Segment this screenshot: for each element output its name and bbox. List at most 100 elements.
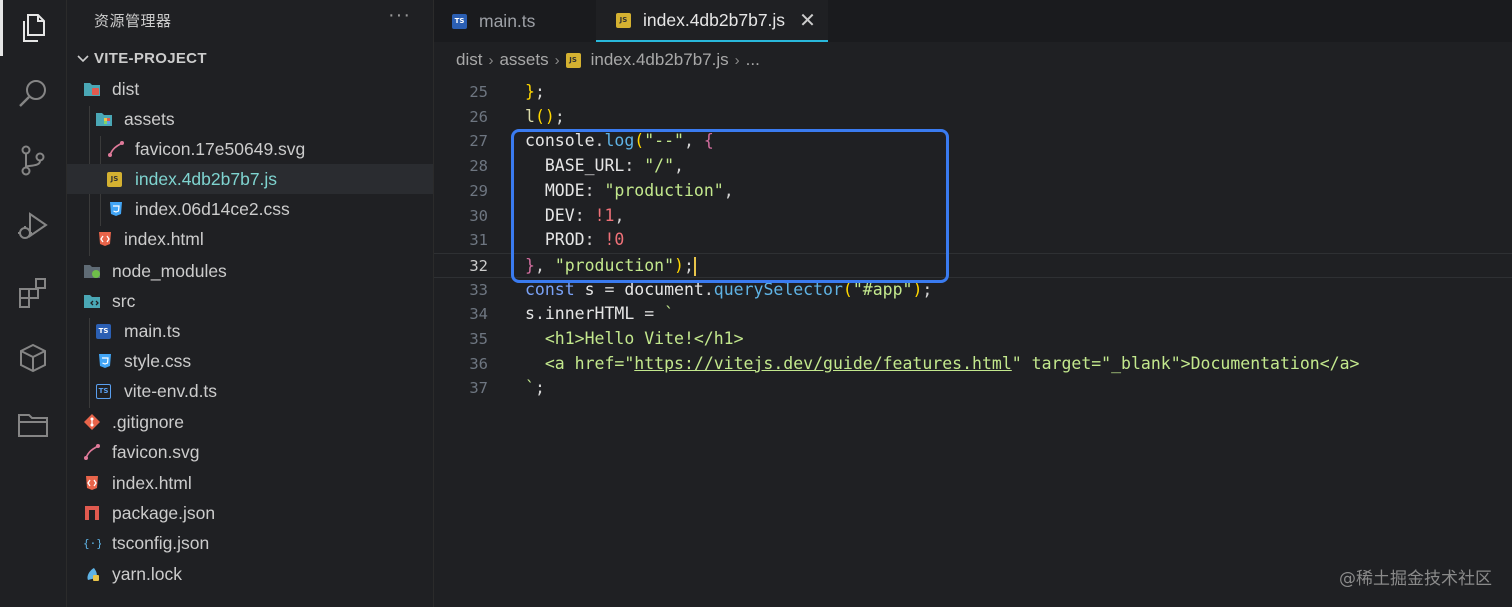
folder-dist-icon bbox=[84, 83, 100, 96]
tree-item-label: main.ts bbox=[124, 321, 181, 341]
tree-item-assets[interactable]: assets bbox=[67, 104, 433, 134]
tree-item-label: index.06d14ce2.css bbox=[135, 199, 290, 219]
tree-item-src[interactable]: src bbox=[67, 286, 433, 316]
code-text: l(); bbox=[525, 106, 565, 126]
folder-node-icon bbox=[84, 265, 100, 278]
tree-item-file[interactable]: yarn.lock bbox=[67, 559, 433, 589]
folders-activity-button[interactable] bbox=[0, 396, 66, 452]
tree-item-file[interactable]: TS vite-env.d.ts bbox=[67, 376, 433, 406]
line-number: 32 bbox=[469, 256, 488, 275]
tab-main-ts[interactable]: TS main.ts bbox=[434, 0, 596, 42]
tree-item-file[interactable]: favicon.17e50649.svg bbox=[67, 134, 433, 164]
line-number: 27 bbox=[469, 132, 488, 151]
line-number: 25 bbox=[469, 83, 488, 101]
npm-file-icon bbox=[85, 506, 99, 520]
css-file-icon bbox=[110, 202, 122, 216]
tree-item-label: style.css bbox=[124, 351, 192, 371]
code-line: 35 <h1>Hello Vite!</h1> bbox=[434, 327, 1512, 352]
code-line: 36 <a href="https://vitejs.dev/guide/fea… bbox=[434, 352, 1512, 377]
code-line: 28 BASE_URL: "/", bbox=[434, 154, 1512, 179]
folder-src-icon bbox=[84, 295, 100, 308]
code-line-current: 32 }, "production"); bbox=[434, 252, 1512, 278]
code-line: 33 const s = document.querySelector("#ap… bbox=[434, 278, 1512, 303]
tree-item-label: node_modules bbox=[112, 261, 227, 281]
code-text: }, "production"); bbox=[525, 255, 696, 276]
line-number: 28 bbox=[469, 157, 488, 176]
breadcrumb-item[interactable]: dist bbox=[456, 50, 482, 70]
breadcrumb-item[interactable]: assets bbox=[499, 50, 548, 70]
chevron-right-icon: › bbox=[554, 51, 560, 69]
tree-item-file[interactable]: JS index.4db2b7b7.js bbox=[67, 164, 433, 194]
breadcrumb-item[interactable]: ... bbox=[746, 50, 760, 70]
line-number: 26 bbox=[469, 107, 488, 126]
tree-item-label: favicon.17e50649.svg bbox=[135, 139, 306, 159]
tree-item-file[interactable]: index.06d14ce2.css bbox=[67, 194, 433, 224]
text-cursor bbox=[693, 256, 696, 276]
folders-icon bbox=[18, 414, 48, 437]
ts-file-icon: TS bbox=[96, 384, 111, 399]
tree-item-label: src bbox=[112, 291, 136, 311]
extensions-icon bbox=[19, 278, 46, 308]
ts-file-icon: TS bbox=[452, 13, 467, 29]
code-line: 29 MODE: "production", bbox=[434, 179, 1512, 204]
css-file-icon bbox=[99, 354, 111, 368]
tree-item-node-modules[interactable]: node_modules bbox=[67, 256, 433, 286]
tab-index-js[interactable]: JS index.4db2b7b7.js ✕ bbox=[596, 0, 828, 42]
explorer-title: 资源管理器 bbox=[94, 13, 172, 30]
tree-item-file[interactable]: package.json bbox=[67, 498, 433, 528]
chevron-right-icon: › bbox=[734, 51, 740, 69]
tree-item-label: favicon.svg bbox=[112, 442, 200, 462]
tree-item-dist[interactable]: dist bbox=[67, 74, 433, 104]
explorer-sidebar: 资源管理器 ··· VITE-PROJECT dist assets favic… bbox=[67, 0, 434, 607]
tree-item-label: tsconfig.json bbox=[112, 533, 210, 553]
tree-item-file[interactable]: favicon.svg bbox=[67, 437, 433, 467]
extensions-activity-button[interactable] bbox=[0, 264, 66, 320]
active-indicator bbox=[0, 0, 3, 56]
line-number: 36 bbox=[469, 354, 488, 373]
line-number: 35 bbox=[469, 330, 488, 348]
code-text: }; bbox=[525, 82, 545, 101]
close-icon[interactable]: ✕ bbox=[799, 8, 816, 33]
package-activity-button[interactable] bbox=[0, 330, 66, 386]
tree-item-label: index.html bbox=[124, 229, 204, 249]
tree-item-file[interactable]: .gitignore bbox=[67, 407, 433, 437]
tree-item-file[interactable]: TS main.ts bbox=[67, 316, 433, 346]
code-line: 34 s.innerHTML = ` bbox=[434, 302, 1512, 327]
code-text: BASE_URL: "/", bbox=[544, 156, 684, 176]
tree-item-file[interactable]: style.css bbox=[67, 346, 433, 376]
code-line: 27 console.log("--", { bbox=[434, 129, 1512, 154]
tree-item-file[interactable]: index.html bbox=[67, 224, 433, 254]
tree-item-label: index.html bbox=[112, 473, 192, 493]
js-file-icon: JS bbox=[616, 12, 631, 28]
chevron-down-icon bbox=[77, 55, 89, 63]
breadcrumb-item[interactable]: index.4db2b7b7.js bbox=[591, 50, 729, 70]
run-debug-icon bbox=[18, 212, 48, 239]
code-line: 31 PROD: !0 bbox=[434, 228, 1512, 253]
html-file-icon bbox=[86, 476, 98, 490]
editor: TS main.ts JS index.4db2b7b7.js ✕ dist ›… bbox=[434, 0, 1512, 607]
code-text: console.log("--", { bbox=[525, 131, 714, 151]
code-text: s.innerHTML = ` bbox=[525, 304, 675, 324]
tree-item-file[interactable]: {·} tsconfig.json bbox=[67, 528, 433, 558]
code-line: 30 DEV: !1, bbox=[434, 204, 1512, 229]
tree-item-label: assets bbox=[124, 109, 175, 129]
explorer-activity-button[interactable] bbox=[0, 0, 66, 56]
code-line: 25 }; bbox=[434, 80, 1512, 105]
code-text: PROD: !0 bbox=[544, 230, 625, 250]
tree-item-label: index.4db2b7b7.js bbox=[135, 169, 278, 189]
js-file-icon: JS bbox=[107, 172, 122, 187]
source-control-activity-button[interactable] bbox=[0, 132, 66, 188]
project-header[interactable]: VITE-PROJECT bbox=[67, 46, 433, 72]
run-debug-activity-button[interactable] bbox=[0, 198, 66, 254]
line-number: 33 bbox=[469, 280, 488, 299]
more-actions-button[interactable]: ··· bbox=[388, 4, 411, 27]
tree-item-label: vite-env.d.ts bbox=[124, 381, 218, 401]
yarn-file-icon bbox=[87, 568, 99, 581]
chevron-right-icon: › bbox=[488, 51, 494, 69]
activity-bar bbox=[0, 0, 67, 607]
line-number: 31 bbox=[469, 231, 488, 250]
code-line: 26 l(); bbox=[434, 105, 1512, 130]
tree-item-file[interactable]: index.html bbox=[67, 468, 433, 498]
search-activity-button[interactable] bbox=[0, 66, 66, 122]
line-number: 37 bbox=[469, 379, 488, 398]
